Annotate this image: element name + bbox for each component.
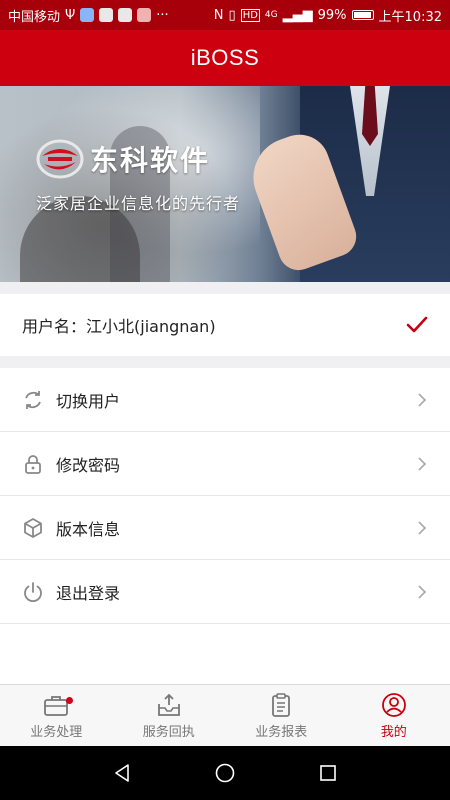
bottom-tab-bar: 业务处理 服务回执 业务报表 我的 bbox=[0, 684, 450, 746]
hd-icon: HD bbox=[240, 8, 260, 22]
tab-service-receipt[interactable]: 服务回执 bbox=[113, 685, 226, 746]
logout-item[interactable]: 退出登录 bbox=[0, 560, 450, 624]
tab-business-report[interactable]: 业务报表 bbox=[225, 685, 338, 746]
nfc-icon: N bbox=[213, 7, 224, 23]
system-navigation-bar bbox=[0, 746, 450, 800]
signal-icon: ▂▄▆ bbox=[282, 7, 313, 23]
version-info-item[interactable]: 版本信息 bbox=[0, 496, 450, 560]
app-header: iBOSS bbox=[0, 30, 450, 86]
inbox-upload-icon bbox=[157, 693, 180, 716]
tab-label: 服务回执 bbox=[142, 724, 195, 740]
brand-name: 东科软件 bbox=[90, 144, 211, 177]
page-title: iBOSS bbox=[190, 45, 260, 70]
carrier-name: 中国移动 bbox=[8, 9, 61, 25]
tab-label: 我的 bbox=[380, 724, 407, 740]
settings-menu: 切换用户 修改密码 版本信息 退出登录 bbox=[0, 368, 450, 624]
battery-icon bbox=[351, 10, 374, 20]
current-user-row: 用户名：江小北(jiangnan) bbox=[0, 294, 450, 356]
switch-user-item[interactable]: 切换用户 bbox=[0, 368, 450, 432]
version-info-label: 版本信息 bbox=[56, 519, 121, 539]
notification-app-icon bbox=[137, 8, 152, 22]
company-logo-icon bbox=[36, 139, 84, 179]
tab-label: 业务处理 bbox=[30, 724, 83, 740]
power-icon bbox=[24, 581, 42, 602]
notification-badge bbox=[66, 697, 73, 704]
recent-apps-icon[interactable] bbox=[317, 762, 339, 784]
logout-label: 退出登录 bbox=[56, 583, 121, 603]
back-icon[interactable] bbox=[111, 762, 133, 784]
change-password-label: 修改密码 bbox=[56, 455, 121, 475]
more-notifications-icon: ··· bbox=[156, 7, 169, 23]
refresh-icon bbox=[25, 390, 41, 409]
tab-label: 业务报表 bbox=[255, 724, 308, 740]
chevron-right-icon bbox=[418, 584, 427, 599]
notification-app-icon bbox=[80, 8, 95, 22]
status-bar: 中国移动 Ψ ··· N ▯ HD 4G ▂▄▆ 99% 上午10:32 bbox=[0, 0, 450, 30]
change-password-item[interactable]: 修改密码 bbox=[0, 432, 450, 496]
clock: 上午10:32 bbox=[378, 9, 442, 25]
battery-percent: 99% bbox=[317, 7, 347, 23]
qq-icon bbox=[118, 8, 133, 22]
brand: 东科软件 bbox=[36, 138, 210, 180]
switch-user-label: 切换用户 bbox=[56, 391, 121, 411]
tab-mine[interactable]: 我的 bbox=[338, 685, 450, 746]
cube-icon bbox=[24, 517, 42, 538]
notification-app-icon bbox=[99, 8, 114, 22]
vibrate-icon: ▯ bbox=[228, 7, 236, 23]
tab-business-processing[interactable]: 业务处理 bbox=[0, 685, 113, 746]
check-icon bbox=[406, 316, 428, 333]
banner-image: 东科软件 泛家居企业信息化的先行者 bbox=[0, 86, 450, 282]
brand-slogan: 泛家居企业信息化的先行者 bbox=[36, 194, 241, 213]
chevron-right-icon bbox=[418, 392, 427, 407]
chevron-right-icon bbox=[418, 456, 427, 471]
user-circle-icon bbox=[381, 692, 406, 717]
chevron-right-icon bbox=[418, 520, 427, 535]
home-icon[interactable] bbox=[214, 762, 236, 784]
briefcase-icon bbox=[44, 695, 69, 716]
usb-icon: Ψ bbox=[65, 7, 76, 23]
network-type: 4G bbox=[264, 10, 278, 20]
lock-icon bbox=[25, 454, 41, 474]
username-label: 用户名：江小北(jiangnan) bbox=[22, 317, 216, 336]
clipboard-icon bbox=[272, 692, 291, 717]
